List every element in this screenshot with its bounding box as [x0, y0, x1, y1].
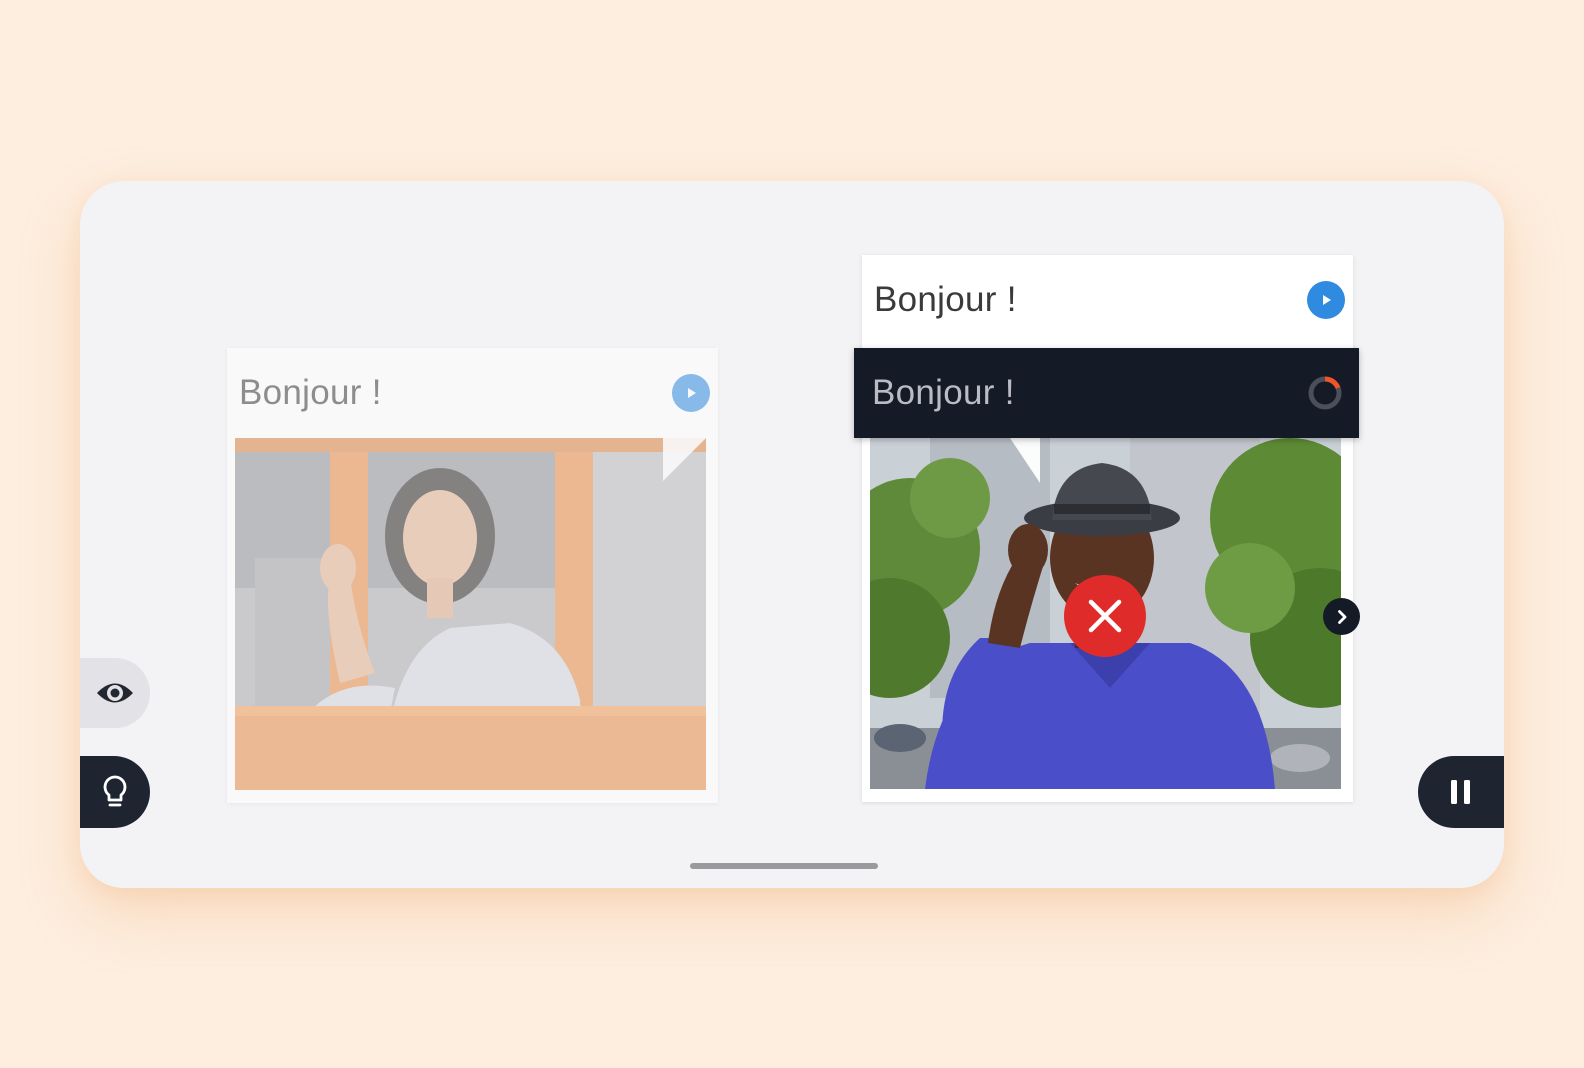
- hint-button[interactable]: [80, 756, 150, 828]
- eye-icon: [97, 683, 133, 703]
- left-play-button[interactable]: [672, 374, 710, 412]
- play-icon: [688, 388, 696, 398]
- right-card-label: Bonjour !: [874, 280, 1017, 319]
- wrong-answer-badge: [1064, 575, 1146, 657]
- right-card-header: Bonjour !: [862, 255, 1353, 345]
- reveal-button[interactable]: [80, 658, 150, 728]
- chevron-right-icon: [1337, 609, 1346, 624]
- right-play-button[interactable]: [1307, 281, 1345, 319]
- next-image-button[interactable]: [1323, 598, 1360, 635]
- woman-waving-photo: [235, 438, 706, 790]
- play-icon: [1323, 295, 1331, 305]
- left-card-header: Bonjour !: [227, 348, 718, 438]
- lightbulb-icon: [103, 775, 127, 807]
- loading-spinner-icon: [1308, 376, 1342, 410]
- pause-button[interactable]: [1418, 756, 1504, 828]
- right-answer-card[interactable]: Bonjour !: [862, 255, 1353, 802]
- pause-icon: [1451, 780, 1470, 804]
- selected-answer-bar[interactable]: Bonjour !: [854, 348, 1359, 438]
- answer-bar-label: Bonjour !: [872, 373, 1015, 412]
- left-card-label: Bonjour !: [239, 373, 382, 412]
- home-indicator[interactable]: [690, 863, 878, 869]
- left-answer-card[interactable]: Bonjour !: [227, 348, 718, 803]
- wrong-x-icon: [1088, 599, 1122, 633]
- app-screen: Bonjour ! Bonjour ! Bonjour !: [80, 181, 1504, 888]
